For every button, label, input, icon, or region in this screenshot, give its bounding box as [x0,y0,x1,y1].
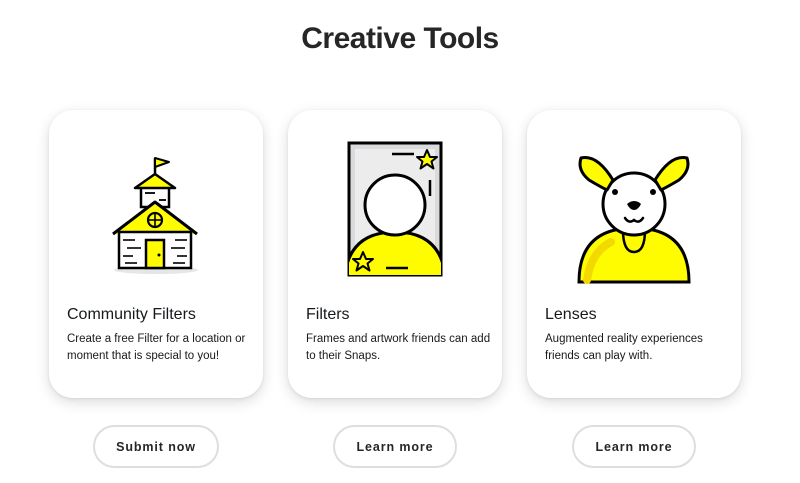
illustration [288,140,502,290]
submit-now-button[interactable]: Submit now [93,425,219,468]
card-filters: Filters Frames and artwork friends can a… [288,110,502,398]
dog-lens-icon [577,155,691,284]
card-community-filters: Community Filters Create a free Filter f… [49,110,263,398]
filters-learn-more-button[interactable]: Learn more [333,425,457,468]
page-title: Creative Tools [301,22,499,55]
illustration [49,140,263,290]
card-lenses: Lenses Augmented reality experiences fri… [527,110,741,398]
card-title: Lenses [545,306,597,323]
card-description: Frames and artwork friends can add to th… [306,333,491,362]
card-description: Augmented reality experiences friends ca… [545,333,703,362]
card-title: Filters [306,306,350,323]
lenses-learn-more-button[interactable]: Learn more [572,425,696,468]
photo-frame-icon [347,141,443,277]
card-description: Create a free Filter for a location or m… [67,333,246,362]
schoolhouse-icon [112,157,198,274]
card-title: Community Filters [67,306,196,323]
illustration [527,140,741,290]
